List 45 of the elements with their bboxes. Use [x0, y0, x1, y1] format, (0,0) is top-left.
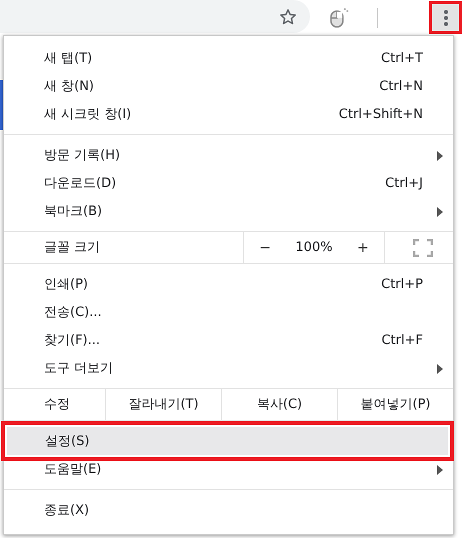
more-icon: [444, 10, 448, 26]
zoom-in-button[interactable]: +: [351, 238, 375, 256]
shortcut-text: Ctrl+F: [381, 334, 423, 346]
menu-item-label: 새 탭(T): [44, 52, 94, 64]
edit-action-button[interactable]: 붙여넣기(P): [337, 389, 453, 420]
menu-item-label: 설정(S): [45, 434, 90, 448]
shortcut-text: Ctrl+Shift+N: [338, 108, 423, 120]
menu-item[interactable]: 새 창(N) Ctrl+N: [4, 72, 453, 100]
menu-item-label: 다운로드(D): [44, 176, 118, 190]
menu-item[interactable]: 전송(C)...: [4, 298, 453, 326]
font-size-label: 글꼴 크기: [43, 241, 102, 254]
menu-item-label: 종료(X): [44, 504, 90, 516]
shortcut-text: Ctrl+N: [379, 80, 423, 92]
menu-item[interactable]: 새 시크릿 창(I) Ctrl+Shift+N: [4, 100, 453, 128]
menu-item[interactable]: 북마크(B): [4, 197, 453, 225]
menu-item-label: 방문 기록(H): [44, 148, 122, 162]
menu-item-label: 찾기(F)...: [44, 334, 102, 346]
more-button[interactable]: [429, 1, 462, 34]
menu-item[interactable]: 새 탭(T) Ctrl+T: [4, 44, 453, 72]
shortcut-text: Ctrl+J: [385, 176, 423, 190]
menu-item-label: 인쇄(P): [44, 278, 89, 290]
edit-action-button[interactable]: 잘라내기(T): [105, 389, 221, 420]
menu-item[interactable]: 도구 더보기: [4, 354, 453, 382]
shortcut-text: Ctrl+P: [381, 278, 423, 290]
edit-label: 수정: [43, 398, 71, 411]
zoom-value: 100%: [295, 241, 333, 254]
menu-item[interactable]: 설정(S): [7, 427, 448, 455]
menu-item-label: 새 창(N): [44, 80, 96, 92]
star-icon[interactable]: [279, 8, 298, 26]
edit-action-button[interactable]: 복사(C): [221, 389, 337, 420]
menu-item-label: 북마크(B): [44, 204, 104, 218]
menu-item[interactable]: 도움말(E): [4, 455, 453, 483]
zoom-out-button[interactable]: −: [253, 238, 277, 256]
fullscreen-icon: [413, 238, 433, 256]
mouse-icon[interactable]: [329, 6, 350, 28]
menu-item[interactable]: 종료(X): [4, 496, 453, 524]
menu-item[interactable]: 방문 기록(H): [4, 141, 453, 169]
menu-item[interactable]: 찾기(F)... Ctrl+F: [4, 326, 453, 354]
menu-item-label: 새 시크릿 창(I): [44, 108, 132, 120]
menu-item-label: 도움말(E): [44, 462, 102, 476]
menu-item-label: 도구 더보기: [44, 362, 114, 374]
menu-item-label: 전송(C)...: [44, 306, 103, 318]
shortcut-text: Ctrl+T: [381, 52, 423, 64]
menu-item[interactable]: 인쇄(P) Ctrl+P: [4, 270, 453, 298]
menu-item[interactable]: 다운로드(D) Ctrl+J: [4, 169, 453, 197]
